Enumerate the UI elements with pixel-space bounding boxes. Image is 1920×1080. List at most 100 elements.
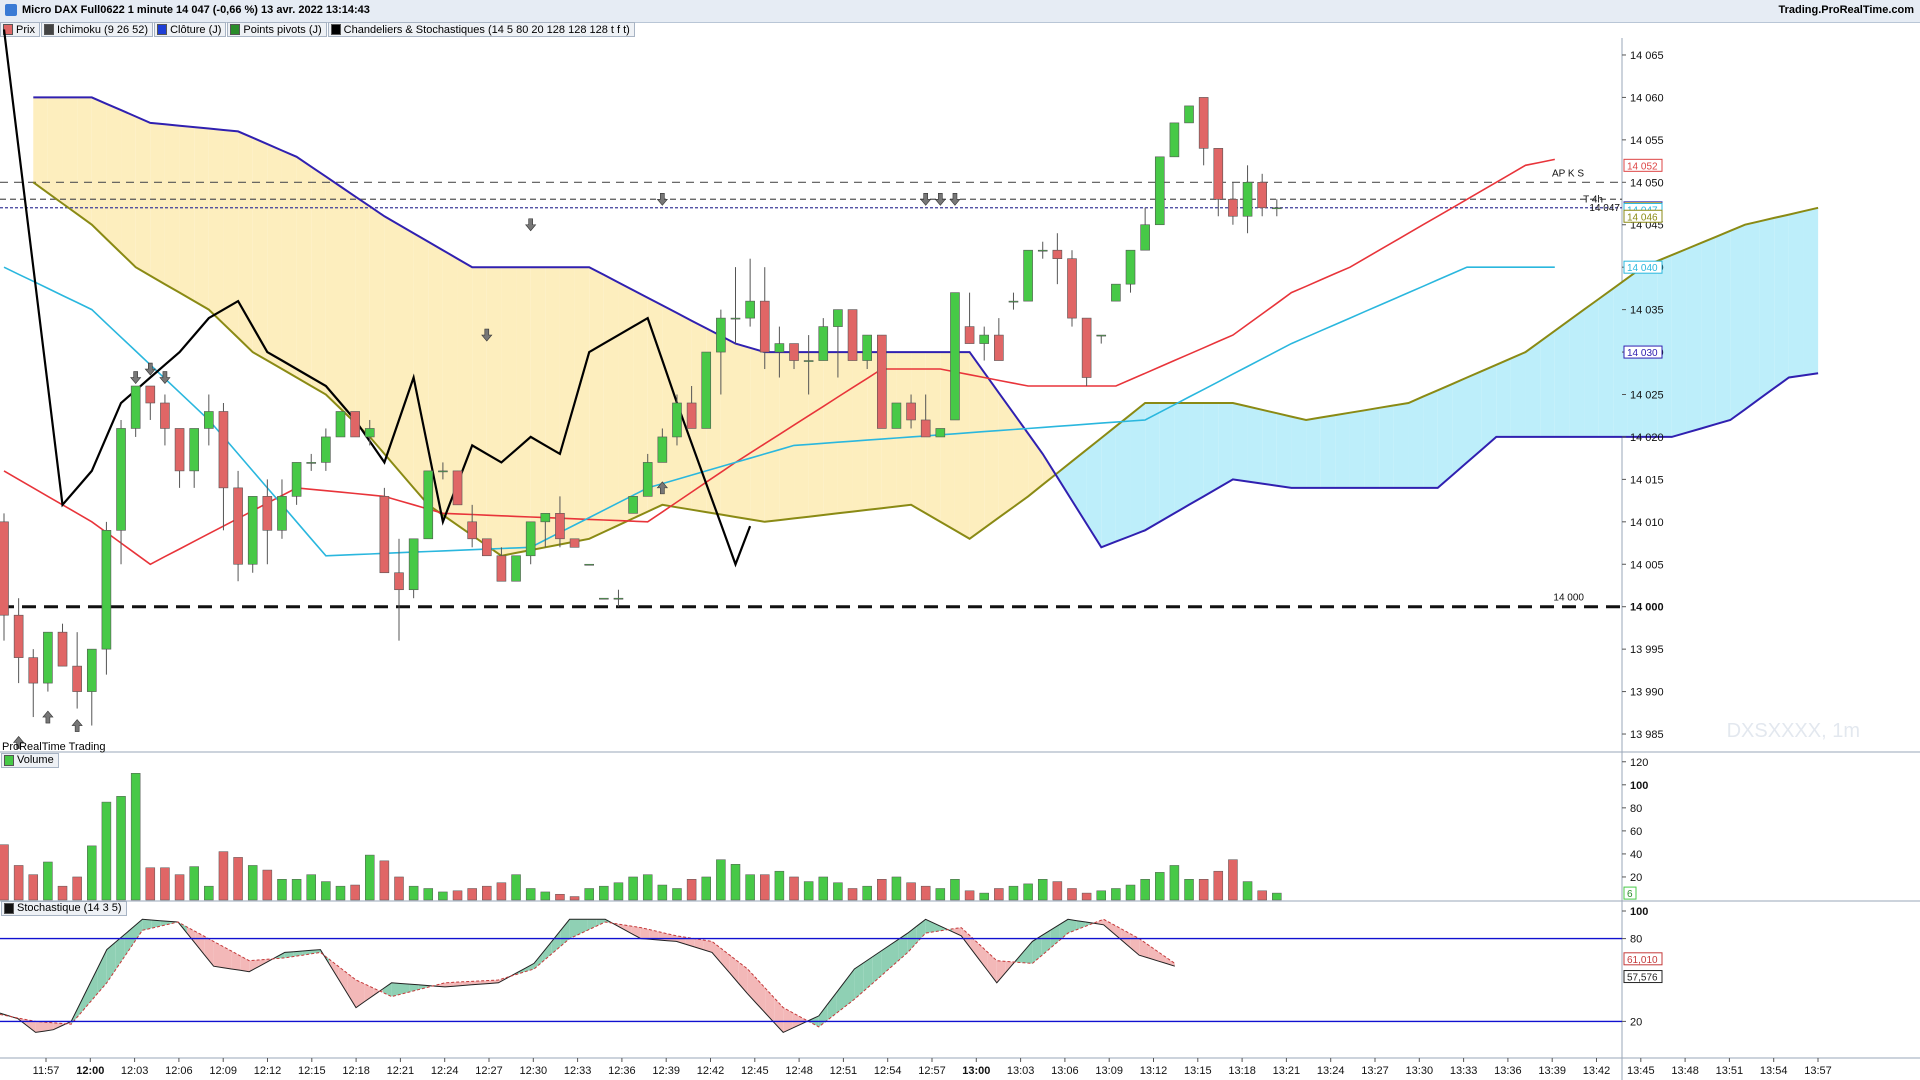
candle <box>394 538 404 641</box>
stoch-fill <box>747 968 757 1004</box>
volume-tick-label: 80 <box>1630 803 1642 815</box>
volume-panel-label[interactable]: Volume <box>1 753 59 768</box>
stoch-fill <box>213 941 223 968</box>
legend-item-chandeliers[interactable]: Chandeliers & Stochastiques (14 5 80 20 … <box>327 22 635 37</box>
stoch-fill <box>1085 922 1095 927</box>
span-b-line <box>33 96 1819 549</box>
buy-arrow <box>656 481 668 495</box>
price-tick-label: 14 035 <box>1630 305 1664 317</box>
time-tick-label: 13:51 <box>1716 1065 1744 1077</box>
volume-tick-label: 40 <box>1630 849 1642 861</box>
volume-bar <box>789 876 799 901</box>
candle-body <box>481 538 492 557</box>
price-tag-label: 14 052 <box>1627 161 1658 172</box>
main-watermark: DXSXXXX, 1m <box>1727 720 1860 742</box>
volume-bar <box>613 882 624 901</box>
stoch-fill <box>1068 919 1077 934</box>
volume-bar <box>1125 884 1136 901</box>
stoch-fill <box>1165 957 1175 967</box>
time-tick-label: 12:27 <box>475 1065 503 1077</box>
candle-body <box>247 496 258 565</box>
cloud-segment <box>1145 402 1160 531</box>
volume-swatch <box>4 755 14 766</box>
candle <box>1023 249 1033 302</box>
brand-watermark: ProRealTime Trading <box>2 741 106 753</box>
volume-bar <box>803 881 814 901</box>
stoch-fill <box>480 980 490 985</box>
legend-swatch-pivots <box>230 24 241 35</box>
stoch-fill <box>987 952 997 983</box>
time-tick-label: 13:33 <box>1450 1065 1478 1077</box>
price-tag-label: 14 030 <box>1627 348 1658 359</box>
candle-body <box>145 385 156 404</box>
volume-bar <box>247 865 258 901</box>
candle <box>950 292 960 421</box>
price-tag-label: 14 047 <box>1627 204 1658 215</box>
price-tick-label: 13 995 <box>1630 644 1664 656</box>
volume-bar <box>277 879 287 901</box>
stoch-fill <box>231 951 241 971</box>
cloud-segment <box>1291 416 1307 488</box>
stoch-fill <box>961 927 971 948</box>
volume-bar <box>569 896 580 901</box>
cloud-segment <box>1218 402 1233 488</box>
stoch-fill <box>569 919 579 939</box>
stoch-fill <box>142 919 152 931</box>
time-tick-label: 13:39 <box>1538 1065 1566 1077</box>
volume-bar <box>935 888 946 901</box>
candle <box>672 394 682 446</box>
cloud-segment <box>296 156 312 387</box>
candle-body <box>394 572 404 591</box>
cloud-segment <box>1189 402 1204 505</box>
candle-body <box>72 665 82 692</box>
legend-item-cloture[interactable]: Clôture (J) <box>154 22 227 37</box>
volume-bar <box>1096 890 1106 901</box>
candle-body <box>204 411 214 429</box>
candle <box>116 419 126 565</box>
candle-body <box>906 402 916 421</box>
stoch-fill <box>293 951 303 957</box>
stoch-fill <box>614 923 623 929</box>
stoch-fill <box>382 982 392 997</box>
candle <box>496 547 507 582</box>
chart-canvas[interactable]: AP K ST 4h14 04714 000 14 06514 06014 05… <box>0 0 1920 1080</box>
stoch-fill <box>712 941 721 963</box>
cloud-segment <box>1671 248 1687 437</box>
stoch-fill <box>44 1022 54 1032</box>
candle-body <box>1096 334 1107 337</box>
level-label-t4h: T 4h <box>1583 194 1603 205</box>
cloud-segment <box>545 267 560 548</box>
stoch-panel-label[interactable]: Stochastique (14 3 5) <box>1 901 127 916</box>
stoch-swatch <box>4 903 14 914</box>
stoch-tag-label: 61,010 <box>1627 955 1658 966</box>
legend-item-pivots[interactable]: Points pivots (J) <box>227 22 327 37</box>
stoch-fill <box>1139 938 1149 958</box>
volume-tag-box <box>1623 886 1637 900</box>
legend-item-prix[interactable]: Prix <box>0 22 40 37</box>
chart-title: Micro DAX Full0622 1 minute 14 047 (-0,6… <box>22 4 370 16</box>
sell-arrow <box>934 192 946 206</box>
cloud-segment <box>1774 214 1789 389</box>
price-tick-label: 14 000 <box>1630 602 1664 614</box>
cloud-segment <box>1686 242 1702 433</box>
price-tick-label: 14 060 <box>1630 92 1664 104</box>
stoch-fill <box>738 962 748 994</box>
cloud-segment <box>1086 438 1102 548</box>
cloud-segment <box>238 131 253 353</box>
cloud-segment <box>852 352 868 512</box>
time-tick-label: 12:06 <box>165 1065 193 1077</box>
time-tick-label: 12:57 <box>918 1065 946 1077</box>
legend-item-ichimoku[interactable]: Ichimoku (9 26 52) <box>40 22 154 37</box>
volume-bar <box>686 879 697 901</box>
price-tag-box <box>1623 260 1663 274</box>
cloud-segment <box>77 97 92 225</box>
cloud-segment <box>911 352 926 514</box>
candle-body <box>1037 249 1048 252</box>
volume-bar <box>204 885 214 901</box>
volume-bar <box>584 888 594 901</box>
volume-bar <box>335 885 346 901</box>
sell-arrow <box>481 328 493 342</box>
cloud-segment <box>106 103 122 254</box>
stoch-fill <box>418 984 428 990</box>
stoch-fill <box>631 926 641 939</box>
